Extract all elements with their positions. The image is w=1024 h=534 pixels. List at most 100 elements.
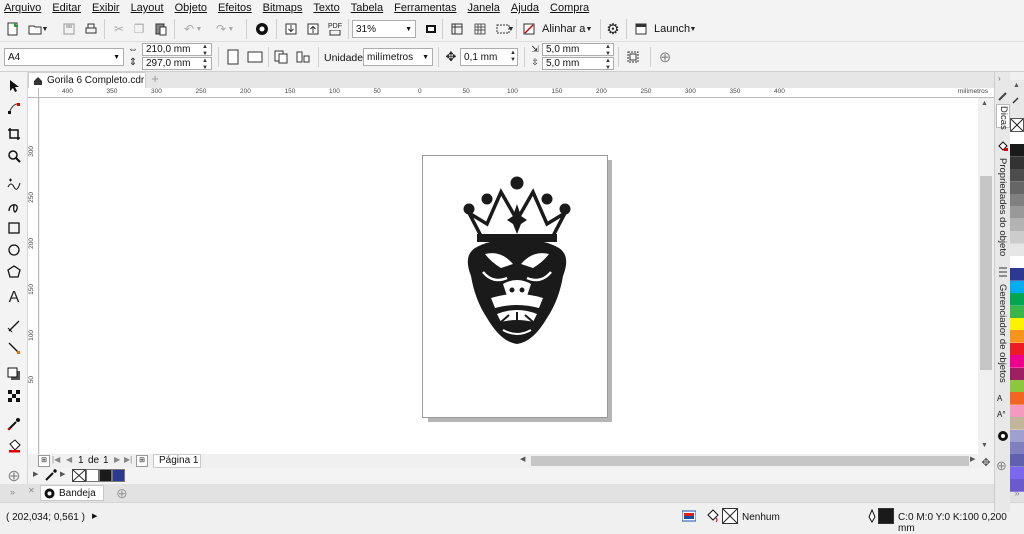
horizontal-scroll-thumb[interactable] <box>531 456 969 466</box>
interactive-fill-icon[interactable] <box>4 436 24 456</box>
landscape-icon[interactable] <box>246 48 264 66</box>
print-icon[interactable] <box>82 20 100 38</box>
page-size-select[interactable]: A4 ▼ <box>4 48 124 66</box>
full-screen-icon[interactable] <box>422 20 440 38</box>
zoom-dropdown-icon[interactable]: ▼ <box>405 26 412 33</box>
shape-tool-icon[interactable] <box>4 98 24 118</box>
color-profile-icon[interactable] <box>681 510 697 522</box>
crop-tool-icon[interactable] <box>4 124 24 144</box>
color-swatch[interactable] <box>1010 330 1024 344</box>
color-swatch[interactable] <box>1010 194 1024 207</box>
last-page-icon[interactable]: ▶| <box>124 455 132 464</box>
rectangle-tool-icon[interactable] <box>4 218 24 238</box>
show-rulers-icon[interactable] <box>448 20 466 38</box>
vertical-scroll-thumb[interactable] <box>980 176 992 370</box>
snap-to-icon[interactable] <box>520 20 538 38</box>
toolbox-customize-icon[interactable]: ⊕ <box>4 466 24 486</box>
menu-bitmaps[interactable]: Bitmaps <box>263 2 303 14</box>
all-pages-icon[interactable] <box>272 48 290 66</box>
doc-color-swatch[interactable] <box>86 469 99 482</box>
color-swatch[interactable] <box>1010 367 1024 381</box>
color-swatch[interactable] <box>1010 156 1024 170</box>
height-spinner[interactable]: ▲ ▼ <box>200 58 210 72</box>
menu-exibir[interactable]: Exibir <box>92 2 120 14</box>
outline-color-swatch[interactable] <box>878 508 894 524</box>
portrait-icon[interactable] <box>224 48 242 66</box>
palette-eyedropper-icon[interactable] <box>1012 94 1022 104</box>
connector-tool-icon[interactable] <box>4 338 24 358</box>
color-swatch[interactable] <box>1010 355 1024 369</box>
units-select[interactable]: milímetros ▼ <box>363 48 433 66</box>
page-tab[interactable]: Página 1 <box>153 454 201 468</box>
previous-page-icon[interactable]: ◀ <box>66 455 72 464</box>
polygon-tool-icon[interactable] <box>4 262 24 282</box>
ruler-origin[interactable] <box>28 88 39 98</box>
width-spinner[interactable]: ▲ ▼ <box>200 44 210 58</box>
docker-text-icon[interactable]: A <box>997 394 1002 403</box>
doc-color-swatch[interactable] <box>112 469 125 482</box>
color-swatch[interactable] <box>1010 454 1024 468</box>
color-swatch[interactable] <box>1010 231 1024 245</box>
open-dropdown-icon[interactable]: ▼ <box>40 20 50 38</box>
align-label[interactable]: Alinhar a <box>542 23 585 35</box>
palette-no-color-swatch[interactable] <box>1010 118 1024 132</box>
color-swatch[interactable] <box>1010 144 1024 158</box>
current-page-icon[interactable] <box>294 48 312 66</box>
application-launcher-icon[interactable] <box>632 20 650 38</box>
color-swatch[interactable] <box>1010 293 1024 307</box>
menu-tabela[interactable]: Tabela <box>351 2 383 14</box>
hints-tab-icon[interactable] <box>997 90 1009 102</box>
align-dropdown-icon[interactable]: ▼ <box>584 20 594 38</box>
color-swatch[interactable] <box>1010 268 1024 282</box>
tray-collapse-icon[interactable]: » <box>10 487 15 497</box>
drop-shadow-icon[interactable] <box>4 364 24 384</box>
undo-dropdown-icon[interactable]: ▼ <box>194 20 204 38</box>
pick-tool-icon[interactable] <box>4 76 24 96</box>
color-swatch[interactable] <box>1010 132 1024 145</box>
freehand-tool-icon[interactable] <box>4 174 24 194</box>
scroll-right-icon[interactable]: ▶ <box>970 455 975 463</box>
docker-connect-icon[interactable] <box>997 430 1009 442</box>
outline-pen-icon[interactable] <box>868 508 876 523</box>
zoom-combobox[interactable]: 31% ▼ <box>352 20 416 38</box>
new-document-icon[interactable] <box>4 20 22 38</box>
guidelines-dropdown-icon[interactable]: ▼ <box>506 20 516 38</box>
doc-palette-scroll-icon[interactable]: ▶ <box>60 470 65 478</box>
copy-icon[interactable]: ❐ <box>130 20 148 38</box>
no-color-swatch[interactable] <box>72 469 86 482</box>
docker-tab-object-manager[interactable]: Gerenciador de objetos <box>996 280 1010 392</box>
redo-dropdown-icon[interactable]: ▼ <box>226 20 236 38</box>
parallel-dimension-icon[interactable] <box>4 316 24 336</box>
color-swatch[interactable] <box>1010 169 1024 183</box>
docker-tab-object-properties[interactable]: Propriedades do objeto <box>996 154 1010 262</box>
export-icon[interactable] <box>304 20 322 38</box>
treat-as-filled-icon[interactable] <box>624 48 642 66</box>
options-gear-icon[interactable]: ⚙ <box>604 20 622 38</box>
ellipse-tool-icon[interactable] <box>4 240 24 260</box>
units-dropdown-icon[interactable]: ▼ <box>422 54 429 61</box>
corel-connect-icon[interactable] <box>253 20 271 38</box>
transparency-tool-icon[interactable] <box>4 386 24 406</box>
zoom-tool-icon[interactable] <box>4 146 24 166</box>
artistic-media-icon[interactable] <box>4 196 24 216</box>
first-page-icon[interactable]: |◀ <box>52 455 60 464</box>
duplicate-y-spinner[interactable]: ▲ ▼ <box>603 58 613 72</box>
doc-color-swatch[interactable] <box>99 469 112 482</box>
menu-ferramentas[interactable]: Ferramentas <box>394 2 456 14</box>
document-tab[interactable]: Gorila 6 Completo.cdr <box>28 72 146 88</box>
vertical-ruler[interactable]: 300 250 200 150 100 50 <box>28 98 39 454</box>
menu-texto[interactable]: Texto <box>313 2 339 14</box>
add-page-before-icon[interactable]: ⊞ <box>38 455 50 467</box>
color-swatch[interactable] <box>1010 380 1024 393</box>
fill-none-swatch[interactable] <box>722 508 738 524</box>
color-swatch[interactable] <box>1010 280 1024 294</box>
duplicate-x-spinner[interactable]: ▲ ▼ <box>603 44 613 58</box>
color-swatch[interactable] <box>1010 342 1024 356</box>
color-swatch[interactable] <box>1010 404 1024 418</box>
palette-scroll-up-icon[interactable]: ▲ <box>1013 82 1020 89</box>
eyedropper-tool-icon[interactable] <box>4 414 24 434</box>
status-expand-icon[interactable]: ▶ <box>92 512 97 520</box>
object-properties-icon[interactable] <box>997 140 1009 152</box>
tray-close-icon[interactable]: ✕ <box>28 486 35 495</box>
nudge-spinner[interactable]: ▲ ▼ <box>508 50 518 64</box>
